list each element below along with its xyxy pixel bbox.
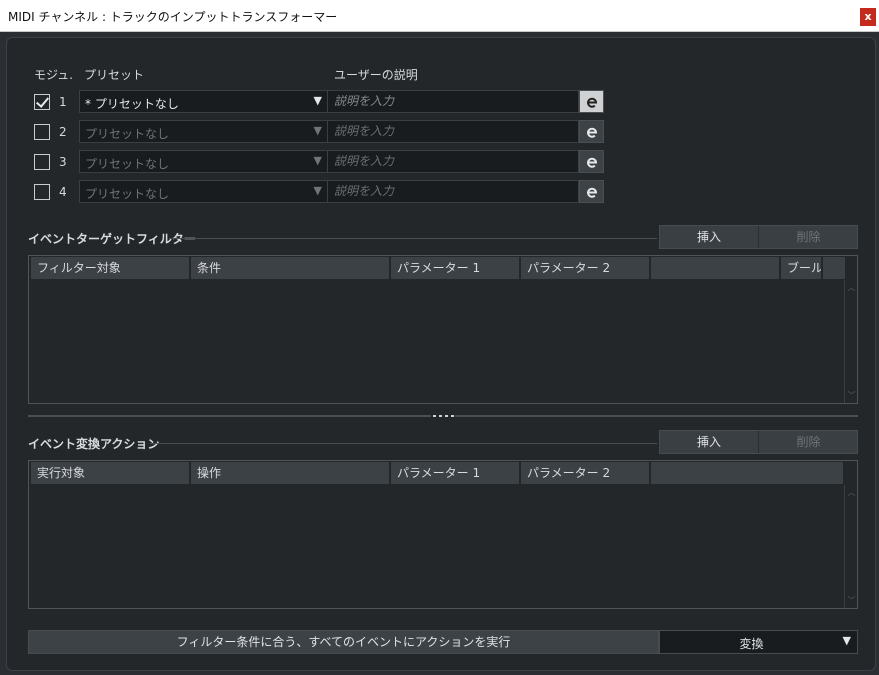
close-button[interactable]: x xyxy=(860,8,876,26)
filter-table: フィルター対象 条件 パラメーター 1 パラメーター 2 ブール ︿ ﹀ xyxy=(28,255,858,404)
module-3-description-input[interactable] xyxy=(334,154,572,168)
filter-col-target[interactable]: フィルター対象 xyxy=(31,257,191,279)
module-3-preset-select[interactable]: プリセットなし ▼ xyxy=(79,150,328,173)
scroll-up-icon: ︿ xyxy=(847,283,856,292)
drag-grip-icon[interactable] xyxy=(431,414,455,418)
action-section-divider xyxy=(150,443,657,444)
function-mode-value: 変換 xyxy=(739,637,764,651)
filter-col-param2[interactable]: パラメーター 2 xyxy=(521,257,651,279)
scroll-down-icon: ﹀ xyxy=(847,391,856,400)
module-1-number: 1 xyxy=(59,95,67,109)
module-2-number: 2 xyxy=(59,125,67,139)
action-col-param1[interactable]: パラメーター 1 xyxy=(391,462,521,484)
module-1-edit-button[interactable] xyxy=(579,90,604,113)
module-4-edit-button[interactable] xyxy=(579,180,604,203)
module-row-1: 1 * プリセットなし ▼ xyxy=(7,90,877,114)
window-title: MIDI チャンネル : トラックのインプットトランスフォーマー xyxy=(8,10,338,24)
action-table: 実行対象 操作 パラメーター 1 パラメーター 2 ︿ ﹀ xyxy=(28,460,858,609)
execute-action-button[interactable]: フィルター条件に合う、すべてのイベントにアクションを実行 xyxy=(28,630,659,654)
module-column-header: モジュ. xyxy=(34,68,73,82)
action-section-title: イベント変換アクション xyxy=(28,437,160,451)
filter-button-group: 挿入 削除 xyxy=(659,225,858,249)
function-mode-select[interactable]: 変換 ▼ xyxy=(659,630,858,654)
module-3-description xyxy=(328,150,579,173)
module-2-edit-button[interactable] xyxy=(579,120,604,143)
module-2-description xyxy=(328,120,579,143)
filter-delete-button[interactable]: 削除 xyxy=(760,226,857,248)
module-4-description xyxy=(328,180,579,203)
module-row-4: 4 プリセットなし ▼ xyxy=(7,180,877,204)
action-col-blank[interactable] xyxy=(651,462,843,484)
module-3-number: 3 xyxy=(59,155,67,169)
edit-e-icon xyxy=(587,127,598,138)
module-3-edit-button[interactable] xyxy=(579,150,604,173)
module-4-preset-select[interactable]: プリセットなし ▼ xyxy=(79,180,328,203)
scroll-up-icon: ︿ xyxy=(847,488,856,497)
module-2-preset-select[interactable]: プリセットなし ▼ xyxy=(79,120,328,143)
module-1-description xyxy=(328,90,579,113)
chevron-down-icon: ▼ xyxy=(842,634,851,647)
edit-e-icon xyxy=(587,97,598,108)
module-3-checkbox[interactable] xyxy=(34,154,50,170)
filter-col-blank[interactable] xyxy=(651,257,781,279)
module-3-preset-value: プリセットなし xyxy=(85,157,170,171)
section-splitter[interactable] xyxy=(28,414,858,418)
module-4-preset-value: プリセットなし xyxy=(85,187,170,201)
module-2-checkbox[interactable] xyxy=(34,124,50,140)
chevron-down-icon: ▼ xyxy=(313,184,322,197)
chevron-down-icon: ▼ xyxy=(313,124,322,137)
filter-insert-button[interactable]: 挿入 xyxy=(660,226,759,248)
module-1-preset-select[interactable]: * プリセットなし ▼ xyxy=(79,90,328,113)
module-1-preset-value: * プリセットなし xyxy=(85,97,179,111)
transformer-panel: モジュ. プリセット ユーザーの説明 1 * プリセットなし ▼ 2 プリセット… xyxy=(6,37,876,671)
filter-col-condition[interactable]: 条件 xyxy=(191,257,391,279)
module-row-2: 2 プリセットなし ▼ xyxy=(7,120,877,144)
action-scrollbar[interactable]: ︿ ﹀ xyxy=(844,485,857,608)
filter-section-divider xyxy=(169,238,657,239)
filter-scrollbar[interactable]: ︿ ﹀ xyxy=(844,280,857,403)
description-column-header: ユーザーの説明 xyxy=(334,68,418,82)
module-4-number: 4 xyxy=(59,185,67,199)
module-2-description-input[interactable] xyxy=(334,124,572,138)
edit-e-icon xyxy=(587,187,598,198)
title-bar: MIDI チャンネル : トラックのインプットトランスフォーマー x xyxy=(0,0,879,32)
edit-e-icon xyxy=(587,157,598,168)
scroll-down-icon: ﹀ xyxy=(847,596,856,605)
module-1-description-input[interactable] xyxy=(334,94,572,108)
chevron-down-icon: ▼ xyxy=(313,154,322,167)
action-insert-button[interactable]: 挿入 xyxy=(660,431,759,453)
module-4-checkbox[interactable] xyxy=(34,184,50,200)
action-delete-button[interactable]: 削除 xyxy=(760,431,857,453)
preset-column-header: プリセット xyxy=(84,68,145,82)
module-4-description-input[interactable] xyxy=(334,184,572,198)
chevron-down-icon: ▼ xyxy=(313,94,322,107)
filter-col-param1[interactable]: パラメーター 1 xyxy=(391,257,521,279)
module-1-checkbox[interactable] xyxy=(34,94,50,110)
filter-col-spacer xyxy=(823,257,845,279)
filter-col-bool[interactable]: ブール xyxy=(781,257,823,279)
module-2-preset-value: プリセットなし xyxy=(85,127,170,141)
action-col-param2[interactable]: パラメーター 2 xyxy=(521,462,651,484)
action-button-group: 挿入 削除 xyxy=(659,430,858,454)
action-col-operation[interactable]: 操作 xyxy=(191,462,391,484)
action-col-target[interactable]: 実行対象 xyxy=(31,462,191,484)
module-row-3: 3 プリセットなし ▼ xyxy=(7,150,877,174)
